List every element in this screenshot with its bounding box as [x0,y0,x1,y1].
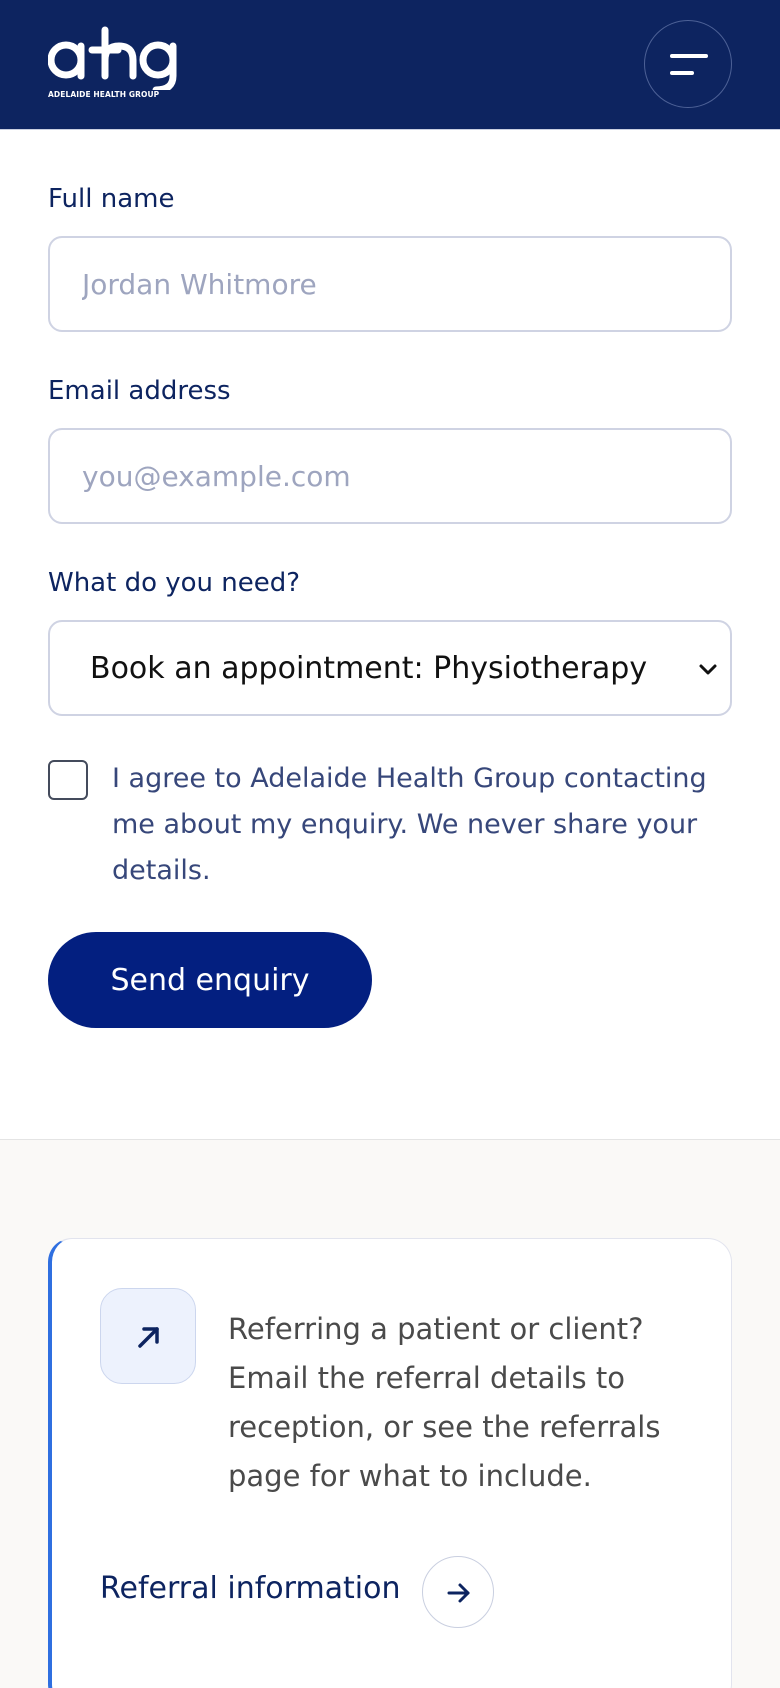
consent-checkbox[interactable] [48,760,88,800]
email-label: Email address [48,376,231,406]
referral-icon-tile [100,1288,196,1384]
send-enquiry-button[interactable]: Send enquiry [48,932,372,1028]
hamburger-menu-icon-bar [670,71,694,75]
site-header: ADELAIDE HEALTH GROUP [0,0,780,130]
consent-text: I agree to Adelaide Health Group contact… [112,763,707,886]
menu-button[interactable] [644,20,732,108]
page: ADELAIDE HEALTH GROUP Full name Email ad… [0,0,780,1688]
ahg-logo[interactable]: ADELAIDE HEALTH GROUP [48,26,198,102]
hamburger-menu-icon [670,54,708,58]
need-select-value: Book an appointment: Physiotherapy [90,651,648,686]
full-name-label: Full name [48,184,175,214]
full-name-input[interactable] [48,236,732,332]
email-input[interactable] [48,428,732,524]
logo-subtitle: ADELAIDE HEALTH GROUP [48,90,160,99]
need-select[interactable]: Book an appointment: Physiotherapy [48,620,732,716]
referral-arrow-button[interactable] [422,1556,494,1628]
ahg-logo-mark [48,26,177,90]
referral-information-link[interactable]: Referral information [100,1571,401,1606]
arrow-right-icon [447,1583,470,1603]
arrow-up-right-icon [138,1327,159,1348]
chevron-down-icon [699,664,717,675]
need-label: What do you need? [48,568,301,598]
referral-text: Referring a patient or client? Email the… [228,1312,661,1493]
